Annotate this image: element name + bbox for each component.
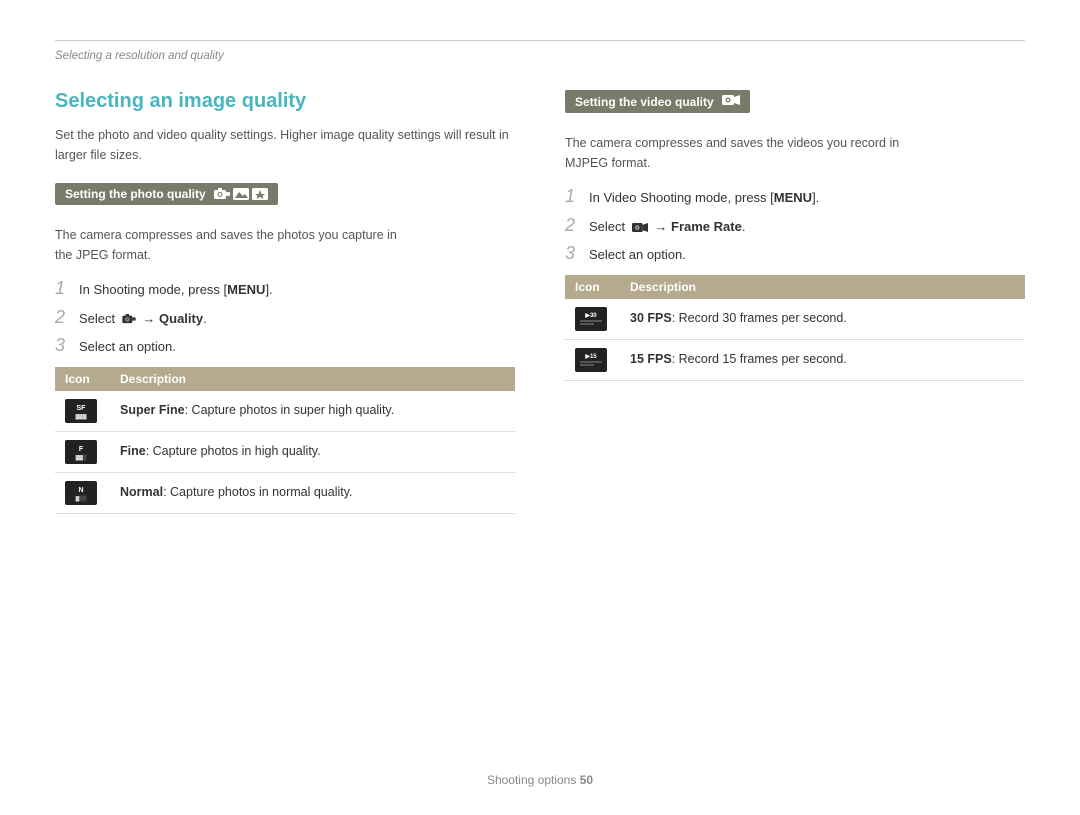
photo-step1: 1 In Shooting mode, press [MENU]. (55, 279, 515, 300)
video-icon-30: ▶30 (565, 299, 620, 340)
photo-step3: 3 Select an option. (55, 336, 515, 357)
photo-icon-n: N ▓░░ (55, 472, 110, 513)
table-row: N ▓░░ Normal: Capture photos in normal q… (55, 472, 515, 513)
video-subheader-row: Setting the video quality (565, 90, 1025, 123)
photo-subheader: Setting the photo quality (55, 183, 278, 205)
video-options-table: Icon Description ▶30 (565, 275, 1025, 381)
footer-page-number: 50 (580, 773, 593, 787)
table-row: SF ▓▓▓ Super Fine: Capture photos in sup… (55, 391, 515, 432)
photo-desc-f: Fine: Capture photos in high quality. (110, 431, 515, 472)
video-step2: 2 Select → Frame Rate. (565, 216, 1025, 237)
svg-text:SF: SF (77, 405, 87, 412)
table-row: F ▓▓░ Fine: Capture photos in high quali… (55, 431, 515, 472)
main-content: Selecting an image quality Set the photo… (55, 90, 1025, 514)
video-intro: The camera compresses and saves the vide… (565, 133, 1025, 173)
video-step1: 1 In Video Shooting mode, press [MENU]. (565, 187, 1025, 208)
svg-text:N: N (78, 487, 83, 494)
footer-text: Shooting options (487, 773, 576, 787)
landscape-icon (233, 188, 249, 200)
photo-desc-sf: Super Fine: Capture photos in super high… (110, 391, 515, 432)
video-table-col-icon: Icon (565, 275, 620, 299)
section-title: Selecting an image quality (55, 90, 515, 113)
video-subheader: Setting the video quality (565, 90, 750, 113)
section-intro: Set the photo and video quality settings… (55, 125, 515, 165)
video-desc-30: 30 FPS: Record 30 frames per second. (620, 299, 1025, 340)
photo-options-table: Icon Description SF ▓▓▓ (55, 367, 515, 514)
step2-video-icon (632, 222, 648, 233)
left-column: Selecting an image quality Set the photo… (55, 90, 515, 514)
video-icon-15: ▶15 (565, 339, 620, 380)
svg-text:▓▓░: ▓▓░ (76, 454, 87, 461)
photo-subheader-row: Setting the photo quality (55, 183, 515, 215)
fine-icon: F ▓▓░ (65, 440, 97, 464)
photo-desc-n: Normal: Capture photos in normal quality… (110, 472, 515, 513)
right-column: Setting the video quality The camera com… (565, 90, 1025, 514)
camera-icon (214, 188, 230, 200)
table-row: ▶15 15 FPS: Record 15 frames per second. (565, 339, 1025, 380)
breadcrumb: Selecting a resolution and quality (55, 40, 1025, 62)
svg-text:F: F (79, 446, 84, 453)
video-subheader-label: Setting the video quality (575, 95, 714, 109)
normal-icon: N ▓░░ (65, 481, 97, 505)
star-icon (252, 188, 268, 200)
fps15-icon: ▶15 (575, 348, 607, 372)
fps30-icon: ▶30 (575, 307, 607, 331)
svg-text:▶30: ▶30 (584, 312, 597, 319)
photo-table-col-desc: Description (110, 367, 515, 391)
video-table-col-desc: Description (620, 275, 1025, 299)
table-row: ▶30 30 FPS: Record 30 frames per second. (565, 299, 1025, 340)
video-camera-icon (722, 94, 740, 106)
svg-text:▶15: ▶15 (584, 353, 597, 360)
page-container: Selecting a resolution and quality Selec… (0, 0, 1080, 815)
photo-intro: The camera compresses and saves the phot… (55, 225, 515, 265)
photo-subheader-label: Setting the photo quality (65, 187, 206, 201)
photo-subheader-icons (214, 188, 268, 200)
video-desc-15: 15 FPS: Record 15 frames per second. (620, 339, 1025, 380)
breadcrumb-text: Selecting a resolution and quality (55, 50, 224, 62)
svg-text:▓░░: ▓░░ (76, 495, 87, 502)
page-footer: Shooting options 50 (0, 773, 1080, 787)
photo-table-col-icon: Icon (55, 367, 110, 391)
svg-text:▓▓▓: ▓▓▓ (76, 413, 87, 420)
super-fine-icon: SF ▓▓▓ (65, 399, 97, 423)
photo-icon-f: F ▓▓░ (55, 431, 110, 472)
video-step3: 3 Select an option. (565, 244, 1025, 265)
video-subheader-icon (722, 94, 740, 109)
step2-camera-icon (122, 314, 136, 324)
photo-icon-sf: SF ▓▓▓ (55, 391, 110, 432)
photo-step2: 2 Select → Quality. (55, 308, 515, 329)
